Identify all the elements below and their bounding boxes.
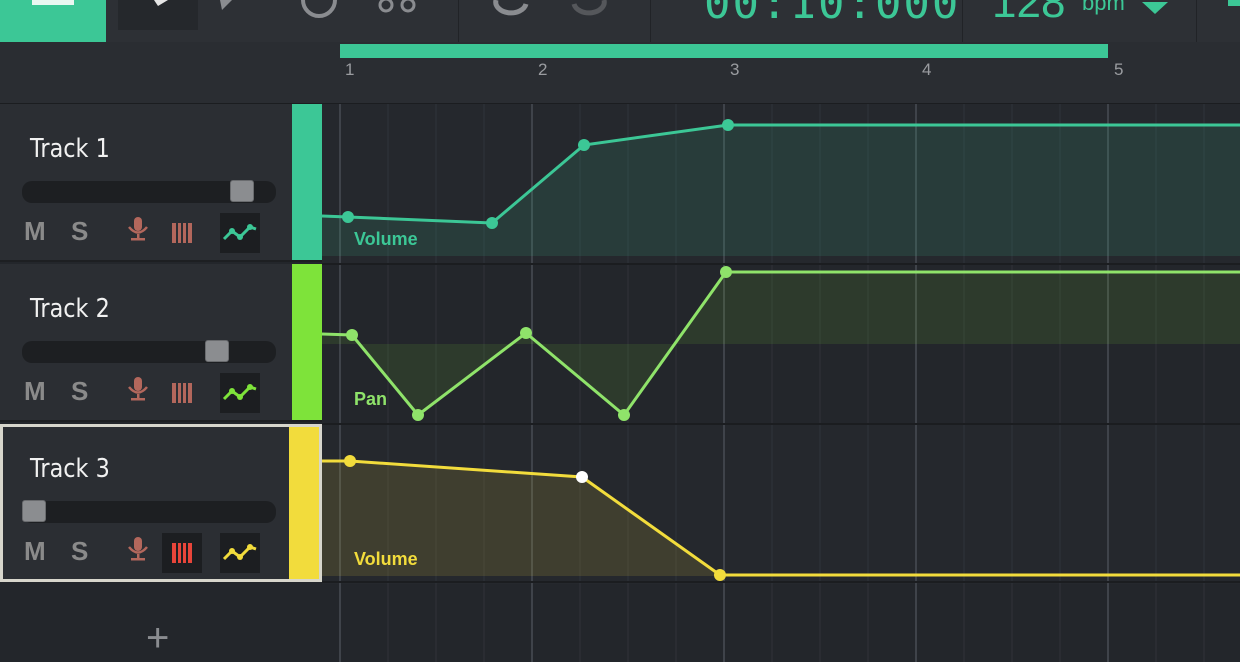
track-2[interactable]: Track 2 M S — [0, 264, 322, 422]
track-color-strip — [292, 104, 322, 260]
automation-button[interactable] — [220, 213, 260, 253]
automation-point[interactable] — [720, 266, 732, 278]
ruler-label: 3 — [730, 60, 740, 79]
toolbar: 00:10:000 128 bpm — [0, 0, 1240, 42]
tempo-unit: bpm — [1082, 0, 1125, 15]
fader-knob[interactable] — [230, 180, 254, 202]
ruler-label: 5 — [1114, 60, 1124, 79]
toolbar-separator — [1196, 0, 1197, 42]
draw-tool-icon[interactable] — [218, 0, 248, 12]
automation-icon — [222, 384, 257, 401]
automation-icon — [222, 224, 257, 241]
instrument-button[interactable] — [162, 373, 202, 413]
solo-button[interactable]: S — [71, 216, 88, 247]
volume-fader[interactable] — [22, 340, 276, 363]
fader-knob[interactable] — [22, 500, 46, 522]
ruler-label: 1 — [345, 60, 355, 79]
undo-icon[interactable] — [490, 0, 534, 16]
volume-fader[interactable] — [22, 500, 276, 523]
automation-lanes[interactable]: Volume Pan Volume — [322, 104, 1240, 662]
select-tool-button[interactable] — [118, 0, 198, 30]
ruler-label: 2 — [538, 60, 548, 79]
cut-icon[interactable] — [376, 0, 420, 16]
menu-button[interactable] — [0, 0, 106, 42]
microphone-icon[interactable] — [126, 376, 150, 402]
automation-icon — [222, 544, 257, 561]
fader-knob[interactable] — [205, 340, 229, 362]
loop-region[interactable] — [340, 44, 1108, 58]
solo-button[interactable]: S — [71, 376, 88, 407]
automation-point[interactable] — [346, 329, 358, 341]
automation-button[interactable] — [220, 373, 260, 413]
track-color-strip — [289, 427, 319, 579]
select-tool-icon — [154, 0, 168, 6]
selected-automation-point[interactable] — [576, 471, 588, 483]
automation-point[interactable] — [714, 569, 726, 581]
automation-point[interactable] — [342, 211, 354, 223]
automation-point[interactable] — [618, 409, 630, 421]
tempo-value[interactable]: 128 — [992, 0, 1065, 28]
toolbar-edge-button[interactable] — [1228, 0, 1240, 6]
piano-icon — [172, 223, 192, 243]
menu-icon — [32, 0, 74, 5]
toolbar-separator — [458, 0, 459, 42]
track-name[interactable]: Track 3 — [30, 454, 110, 484]
piano-icon — [172, 383, 192, 403]
automation-label: Volume — [354, 229, 418, 249]
mute-button[interactable]: M — [24, 536, 46, 567]
time-display: 00:10:000 — [704, 0, 961, 29]
microphone-icon[interactable] — [126, 216, 150, 242]
track-list-header — [0, 42, 322, 104]
add-track-button[interactable]: + — [146, 616, 169, 661]
track-name[interactable]: Track 1 — [30, 134, 110, 164]
track-name[interactable]: Track 2 — [30, 294, 110, 324]
automation-point[interactable] — [486, 217, 498, 229]
toolbar-separator — [962, 0, 963, 42]
solo-button[interactable]: S — [71, 536, 88, 567]
microphone-icon[interactable] — [126, 536, 150, 562]
automation-label: Volume — [354, 549, 418, 569]
automation-point[interactable] — [578, 139, 590, 151]
redo-icon[interactable] — [568, 0, 612, 16]
automation-point[interactable] — [520, 327, 532, 339]
instrument-button[interactable] — [162, 213, 202, 253]
mute-button[interactable]: M — [24, 216, 46, 247]
automation-button[interactable] — [220, 533, 260, 573]
automation-point[interactable] — [722, 119, 734, 131]
tempo-dropdown-icon[interactable] — [1142, 0, 1170, 16]
mute-button[interactable]: M — [24, 376, 46, 407]
track-color-strip — [292, 264, 322, 420]
piano-icon — [172, 543, 192, 563]
automation-point[interactable] — [412, 409, 424, 421]
record-icon[interactable] — [300, 0, 340, 18]
instrument-button[interactable] — [162, 533, 202, 573]
track-1[interactable]: Track 1 M S — [0, 104, 322, 262]
toolbar-separator — [650, 0, 651, 42]
automation-point[interactable] — [344, 455, 356, 467]
track-3[interactable]: Track 3 M S — [0, 424, 322, 582]
volume-fader[interactable] — [22, 180, 276, 203]
ruler-label: 4 — [922, 60, 932, 79]
automation-label: Pan — [354, 389, 387, 409]
